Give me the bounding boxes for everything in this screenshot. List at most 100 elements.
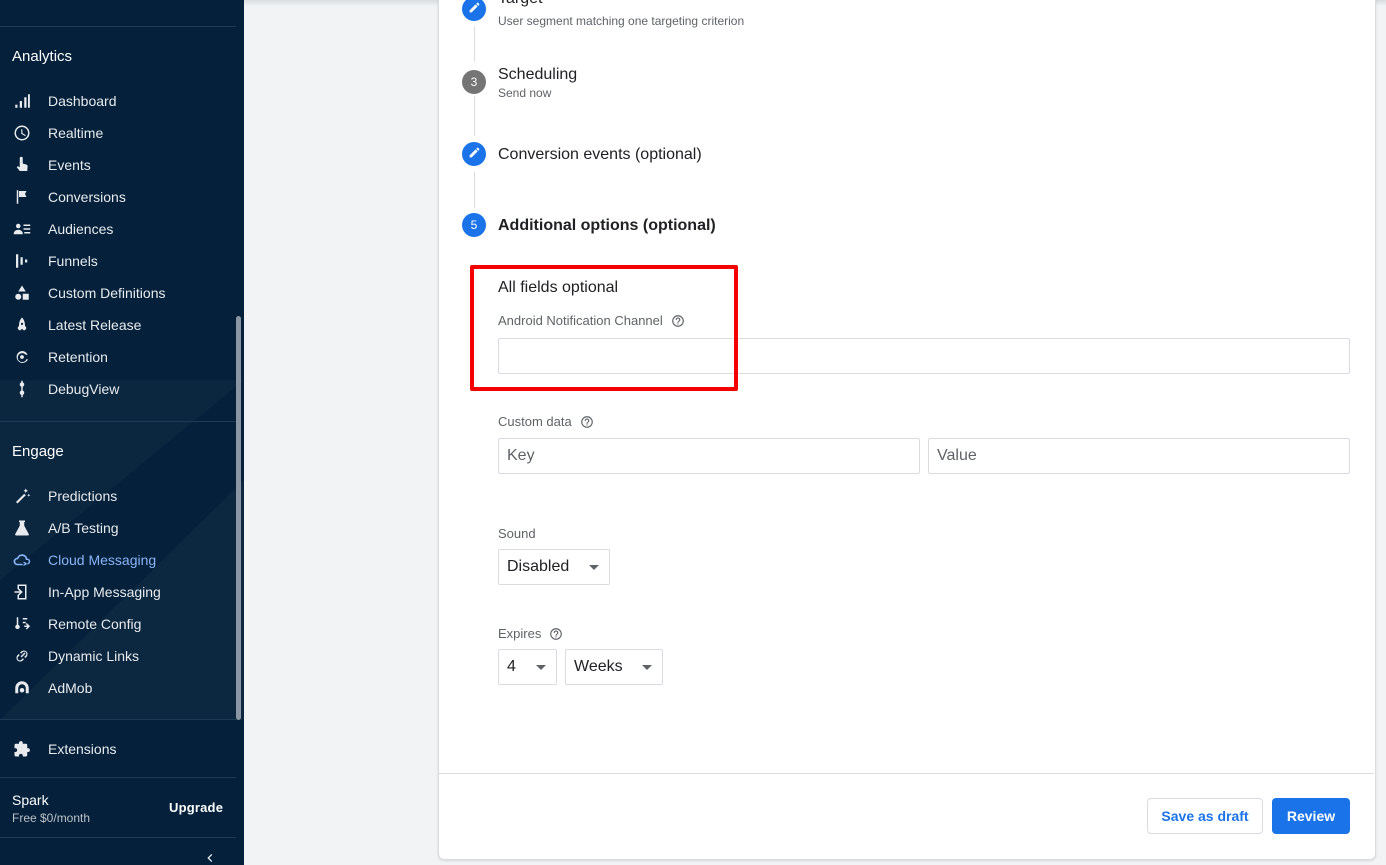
dropdown-arrow-icon — [642, 665, 652, 670]
sidebar-item-debugview[interactable]: DebugView — [0, 373, 236, 405]
plan-info: Spark Free $0/month — [12, 792, 90, 825]
all-fields-optional-text: All fields optional — [498, 279, 619, 296]
sidebar-item-remote-config[interactable]: Remote Config — [0, 608, 236, 640]
in-app-messaging-icon — [12, 582, 32, 602]
sidebar-item-conversions[interactable]: Conversions — [0, 181, 236, 213]
clock-icon — [12, 123, 32, 143]
sidebar-item-audiences[interactable]: Audiences — [0, 213, 236, 245]
dropdown-arrow-icon — [536, 665, 546, 670]
sidebar-item-realtime[interactable]: Realtime — [0, 117, 236, 149]
sidebar-item-label: Extensions — [48, 741, 117, 757]
sidebar-divider — [0, 26, 236, 27]
sidebar-item-in-app-messaging[interactable]: In-App Messaging — [0, 576, 236, 608]
sidebar-item-custom-definitions[interactable]: Custom Definitions — [0, 277, 236, 309]
step-additional-title[interactable]: Additional options (optional) — [498, 217, 716, 235]
admob-icon — [12, 678, 32, 698]
sidebar-item-predictions[interactable]: Predictions — [0, 480, 236, 512]
sidebar-item-ab-testing[interactable]: A/B Testing — [0, 512, 236, 544]
sidebar-item-label: A/B Testing — [48, 520, 119, 536]
android-channel-input[interactable] — [498, 338, 1350, 374]
help-icon[interactable] — [549, 627, 563, 641]
section-title-engage: Engage — [12, 443, 64, 460]
sidebar-item-label: DebugView — [48, 381, 120, 397]
puzzle-icon — [12, 739, 32, 759]
sidebar-item-label: Funnels — [48, 253, 98, 269]
expires-number-value: 4 — [507, 658, 516, 675]
audience-icon — [12, 219, 32, 239]
plan-name: Spark — [12, 792, 49, 808]
sound-label: Sound — [498, 526, 536, 541]
cloud-messaging-icon — [12, 550, 32, 570]
sound-label-text: Sound — [498, 526, 536, 541]
section-title-analytics: Analytics — [12, 48, 73, 65]
step-scheduling-title[interactable]: Scheduling — [498, 66, 577, 84]
custom-data-key-input[interactable] — [498, 438, 920, 474]
custom-data-value-input[interactable] — [928, 438, 1350, 474]
debug-icon — [12, 379, 32, 399]
retention-icon — [12, 347, 32, 367]
sidebar-item-cloud-messaging[interactable]: Cloud Messaging — [0, 544, 236, 576]
step-conversion-title[interactable]: Conversion events (optional) — [498, 146, 702, 164]
step-additional-number[interactable]: 5 — [462, 213, 486, 237]
help-icon[interactable] — [580, 415, 594, 429]
sidebar-item-label: In-App Messaging — [48, 584, 161, 600]
save-as-draft-button[interactable]: Save as draft — [1147, 798, 1263, 834]
sidebar-item-label: Predictions — [48, 488, 118, 504]
sidebar-divider — [0, 719, 236, 720]
pencil-icon — [468, 1, 481, 17]
step-target-title: Target — [498, 0, 542, 8]
sidebar-item-label: Conversions — [48, 189, 126, 205]
sidebar-item-dashboard[interactable]: Dashboard — [0, 85, 236, 117]
sidebar-item-funnels[interactable]: Funnels — [0, 245, 236, 277]
link-icon — [12, 646, 32, 666]
sidebar-item-label: Dashboard — [48, 93, 117, 109]
expires-label-text: Expires — [498, 626, 542, 641]
chevron-left-icon — [202, 853, 218, 865]
step-conversion-edit[interactable] — [462, 142, 486, 166]
step-connector — [474, 96, 475, 136]
expires-label: Expires — [498, 626, 563, 641]
sidebar-divider — [0, 837, 236, 838]
pencil-icon — [468, 146, 481, 162]
compose-card — [438, 0, 1376, 860]
dropdown-arrow-icon — [589, 565, 599, 570]
expires-unit-select[interactable]: Weeks — [565, 649, 663, 685]
sidebar-item-label: Events — [48, 157, 91, 173]
sidebar-item-latest-release[interactable]: Latest Release — [0, 309, 236, 341]
sidebar-item-admob[interactable]: AdMob — [0, 672, 236, 704]
rocket-icon — [12, 315, 32, 335]
magic-wand-icon — [12, 486, 32, 506]
expires-number-select[interactable]: 4 — [498, 649, 557, 685]
android-channel-label-text: Android Notification Channel — [498, 313, 663, 328]
touch-icon — [12, 155, 32, 175]
sidebar-item-label: Latest Release — [48, 317, 142, 333]
sidebar-item-events[interactable]: Events — [0, 149, 236, 181]
step-scheduling-number[interactable]: 3 — [462, 70, 486, 94]
upgrade-button[interactable]: Upgrade — [169, 800, 223, 815]
custom-data-label-text: Custom data — [498, 414, 572, 429]
shapes-icon — [12, 283, 32, 303]
step-scheduling-subtitle: Send now — [498, 86, 552, 100]
funnel-icon — [12, 251, 32, 271]
help-icon[interactable] — [671, 314, 685, 328]
flask-icon — [12, 518, 32, 538]
review-button[interactable]: Review — [1272, 798, 1350, 834]
step-connector — [474, 172, 475, 208]
sidebar-item-label: Dynamic Links — [48, 648, 140, 664]
step-target-subtitle: User segment matching one targeting crit… — [498, 14, 745, 28]
sidebar-item-retention[interactable]: Retention — [0, 341, 236, 373]
sidebar-item-dynamic-links[interactable]: Dynamic Links — [0, 640, 236, 672]
sidebar: Analytics Dashboard Realtime Events Conv… — [0, 0, 244, 865]
sound-select[interactable]: Disabled — [498, 549, 610, 585]
sidebar-divider — [0, 777, 236, 778]
collapse-sidebar-button[interactable] — [202, 850, 218, 865]
remote-config-icon — [12, 614, 32, 634]
sidebar-item-label: Realtime — [48, 125, 104, 141]
custom-data-label: Custom data — [498, 414, 594, 429]
footer-divider — [438, 773, 1374, 774]
sidebar-item-label: Retention — [48, 349, 108, 365]
sidebar-divider — [0, 421, 236, 422]
sidebar-item-label: Cloud Messaging — [48, 552, 157, 568]
sidebar-item-extensions[interactable]: Extensions — [0, 733, 236, 765]
sidebar-scrollbar[interactable] — [236, 316, 241, 720]
